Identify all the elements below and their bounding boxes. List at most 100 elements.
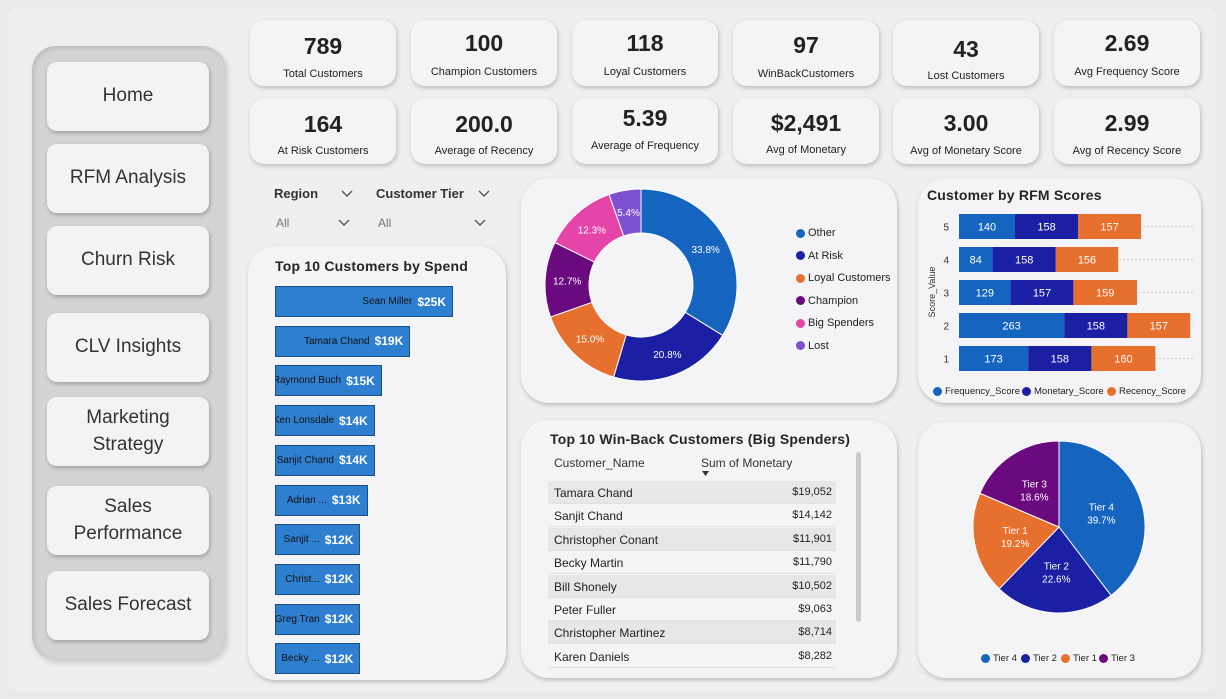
cell-sum-monetary: $8,714 — [798, 626, 832, 639]
pie-legend-item[interactable]: Tier 4 — [981, 653, 1017, 664]
donut-legend-item[interactable]: At Risk — [796, 250, 843, 262]
chevron-down-icon[interactable] — [338, 217, 350, 227]
y-tick-label: 5 — [943, 223, 949, 234]
pie-legend-item[interactable]: Tier 2 — [1021, 653, 1057, 664]
cell-customer-name: Peter Fuller — [554, 603, 617, 617]
legend-label: Lost — [808, 339, 829, 352]
legend-swatch — [1061, 654, 1070, 663]
cell-sum-monetary: $10,502 — [792, 579, 832, 592]
nav-label: RFM Analysis — [69, 167, 187, 189]
table-row[interactable]: Sanjit Chand $14,142 — [548, 504, 836, 528]
donut-legend-item[interactable]: Big Spenders — [796, 317, 874, 329]
cell-sum-monetary: $11,790 — [793, 556, 832, 569]
cell-sum-monetary: $11,901 — [793, 532, 832, 545]
kpi-card-avg-monetary: $2,491 Avg of Monetary — [733, 98, 879, 164]
table-row[interactable]: Becky Martin $11,790 — [548, 551, 836, 575]
tier-slicer-dropdown[interactable]: All — [378, 216, 391, 230]
cell-customer-name: Becky Martin — [554, 556, 624, 571]
rfm-bar-value: 158 — [1087, 321, 1105, 333]
table-row[interactable]: Tamara Chand $19,052 — [548, 481, 836, 504]
spend-bar[interactable]: Sanjit Chand $14K — [275, 444, 375, 476]
spend-bar[interactable]: Adrian ... $13K — [275, 484, 368, 516]
sort-descending-icon[interactable] — [701, 470, 710, 477]
spend-bar[interactable]: Sanjit ... $12K — [275, 524, 361, 556]
nav-home-button[interactable]: Home — [47, 62, 209, 131]
spend-bar[interactable]: Raymond Buch $15K — [275, 365, 382, 397]
spend-bar[interactable]: Christ... $12K — [275, 563, 361, 595]
legend-swatch — [796, 318, 805, 328]
region-slicer-label: Region — [274, 186, 319, 201]
bar-customer-name: Christ... — [285, 573, 320, 585]
table-row[interactable]: Christopher Conant $11,901 — [548, 527, 836, 551]
kpi-value: 43 — [953, 36, 979, 62]
rfm-bar-value: 158 — [1037, 222, 1055, 234]
column-header-sum-monetary[interactable]: Sum of Monetary — [701, 456, 792, 470]
nav-sales-forecast-button[interactable]: Sales Forecast — [47, 571, 209, 640]
bar-customer-name: Adrian ... — [286, 494, 327, 506]
legend-swatch — [796, 228, 805, 238]
bar-value-label: $25K — [417, 294, 446, 309]
region-slicer-dropdown[interactable]: All — [276, 216, 289, 230]
table-row[interactable]: Bill Shonely $10,502 — [548, 574, 836, 598]
rfm-legend-item[interactable]: Recency_Score — [1107, 386, 1186, 397]
segment-donut-panel: 33.8% 20.8% 15.0% 12.7% 12.3% 5.4% Other At Ri… — [521, 178, 897, 403]
chevron-down-icon[interactable] — [478, 188, 490, 198]
spend-bar[interactable]: Greg Tran $12K — [275, 603, 361, 635]
kpi-value: 100 — [464, 30, 504, 56]
kpi-label: Avg Frequency Score — [1074, 66, 1180, 78]
column-header-customer-name[interactable]: Customer_Name — [554, 456, 645, 470]
bar-value-label: $14K — [338, 413, 368, 428]
kpi-card-avg-frequency-score: 2.69 Avg Frequency Score — [1054, 20, 1200, 86]
table-row[interactable]: Peter Fuller $9,063 — [548, 598, 836, 621]
kpi-card-average-frequency: 5.39 Average of Frequency — [572, 98, 718, 164]
kpi-label: Avg of Recency Score — [1072, 145, 1182, 157]
donut-slice[interactable] — [640, 188, 738, 337]
kpi-label: Avg of Monetary Score — [910, 145, 1022, 157]
rfm-legend-item[interactable]: Monetary_Score — [1022, 386, 1104, 397]
donut-legend-item[interactable]: Lost — [796, 340, 829, 352]
rfm-legend-item[interactable]: Frequency_Score — [933, 386, 1020, 397]
bar-value-label: $12K — [324, 532, 354, 547]
legend-label: Tier 3 — [1111, 653, 1135, 664]
pie-legend-item[interactable]: Tier 3 — [1099, 653, 1135, 664]
donut-slice-label: 15.0% — [576, 335, 604, 346]
nav-rfm-analysis-button[interactable]: RFM Analysis — [47, 144, 209, 213]
nav-label: Churn Risk — [81, 249, 175, 271]
nav-clv-insights-button[interactable]: CLV Insights — [47, 313, 209, 382]
legend-label: At Risk — [808, 249, 843, 262]
nav-churn-risk-button[interactable]: Churn Risk — [47, 226, 209, 295]
table-scrollbar[interactable] — [856, 452, 861, 622]
kpi-label: Total Customers — [283, 68, 363, 80]
chevron-down-icon[interactable] — [474, 217, 486, 227]
spend-bar[interactable]: Becky ... $12K — [275, 643, 361, 675]
donut-legend-item[interactable]: Other — [796, 227, 836, 239]
pie-slice-name: Tier 1 — [1003, 526, 1029, 537]
nav-marketing-strategy-button[interactable]: Marketing Strategy — [47, 397, 209, 466]
rfm-bar-value: 157 — [1033, 288, 1051, 300]
legend-label: Monetary_Score — [1034, 386, 1104, 397]
spend-bar[interactable]: Ken Lonsdale $14K — [275, 405, 375, 437]
donut-legend-item[interactable]: Champion — [796, 295, 858, 307]
bar-customer-name: Raymond Buch — [275, 375, 342, 387]
pie-slice-name: Tier 3 — [1022, 480, 1048, 491]
spend-bar[interactable]: Sean Miller $25K — [275, 286, 453, 317]
kpi-card-champion-customers: 100 Champion Customers — [411, 20, 557, 86]
pie-legend-item[interactable]: Tier 1 — [1061, 653, 1097, 664]
chevron-down-icon[interactable] — [341, 188, 353, 198]
bar-value-label: $19K — [374, 334, 404, 349]
table-row[interactable]: Karen Daniels $8,282 — [548, 645, 836, 668]
nav-label: Marketing — [86, 406, 170, 428]
kpi-label: Avg of Monetary — [766, 144, 846, 156]
rfm-bar-value: 140 — [978, 222, 996, 234]
kpi-value: 164 — [303, 111, 343, 137]
tier-pie-panel: Tier 4 39.7% Tier 2 22.6% Tier 1 19.2% Tier 3 1… — [918, 422, 1201, 678]
spend-bar[interactable]: Tamara Chand $19K — [275, 325, 411, 357]
nav-label: Home — [102, 85, 154, 107]
kpi-value: 5.39 — [622, 105, 668, 131]
table-row[interactable]: Christopher Martinez $8,714 — [548, 621, 836, 645]
kpi-label: At Risk Customers — [277, 145, 369, 157]
nav-sales-performance-button[interactable]: Sales Performance — [47, 486, 209, 555]
donut-legend-item[interactable]: Loyal Customers — [796, 272, 891, 284]
legend-swatch — [1099, 654, 1108, 663]
kpi-card-average-recency: 200.0 Average of Recency — [411, 98, 557, 164]
